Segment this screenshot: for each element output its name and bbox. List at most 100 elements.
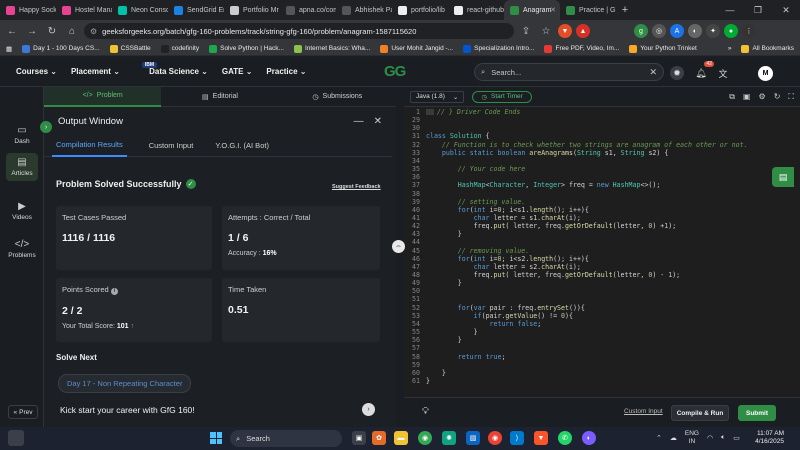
- tab-editorial[interactable]: ▤ Editorial: [161, 87, 278, 107]
- chevron-up-icon[interactable]: ⌃: [656, 434, 662, 442]
- close-tab-icon[interactable]: ✕: [550, 6, 556, 14]
- close-panel-icon[interactable]: ✕: [374, 116, 382, 127]
- code-line[interactable]: 40 for(int i=0; i<s1.length(); i++){: [404, 206, 784, 214]
- app-icon[interactable]: ◐: [582, 431, 596, 445]
- start-timer-button[interactable]: ◷ Start Timer: [472, 90, 532, 103]
- info-icon[interactable]: i: [110, 287, 118, 295]
- extension-icon-2[interactable]: ◐: [688, 24, 702, 38]
- custom-input-link[interactable]: Custom Input: [624, 408, 663, 415]
- gfg-logo[interactable]: GG: [384, 63, 406, 80]
- bookmark-item[interactable]: Day 1 - 100 Days CS...: [22, 44, 100, 53]
- code-line[interactable]: 48 freq.put( letter, freq.getOrDefault(l…: [404, 271, 784, 279]
- puzzle-icon[interactable]: ✦: [706, 24, 720, 38]
- brave-icon[interactable]: ▼: [534, 431, 548, 445]
- code-line[interactable]: 29: [404, 116, 784, 124]
- browser-tab[interactable]: Hostel Mana: [56, 0, 112, 20]
- code-line[interactable]: 53 if(pair.getValue() != 0){: [404, 312, 784, 320]
- menu-gate[interactable]: GATE ⌄: [222, 67, 253, 76]
- compile-run-button[interactable]: Compile & Run: [671, 405, 729, 421]
- chatgpt-icon[interactable]: ✺: [442, 431, 456, 445]
- code-line[interactable]: 51: [404, 295, 784, 303]
- browser-tab[interactable]: Happy Socks: [0, 0, 56, 20]
- notification-bell-icon[interactable]: 🔔︎ 42: [694, 61, 714, 80]
- forward-icon[interactable]: →: [24, 26, 40, 37]
- back-icon[interactable]: ←: [4, 26, 20, 37]
- code-line[interactable]: 57: [404, 344, 784, 352]
- resize-handle-icon[interactable]: ⇔: [392, 240, 405, 253]
- tab-compilation-results[interactable]: Compilation Results: [52, 134, 127, 157]
- tab-custom-input[interactable]: Custom Input: [149, 141, 194, 150]
- more-bookmarks-icon[interactable]: »: [728, 45, 732, 52]
- wifi-icon[interactable]: ◠: [707, 434, 713, 442]
- bookmark-item[interactable]: Specialization Intro...: [463, 44, 534, 53]
- input-language[interactable]: ENG IN: [685, 430, 699, 446]
- browser-tab[interactable]: SendGrid En: [168, 0, 224, 20]
- maximize-icon[interactable]: ❐: [744, 5, 772, 16]
- lightbulb-icon[interactable]: 💡︎: [422, 406, 436, 420]
- extension-icon[interactable]: ◎: [652, 24, 666, 38]
- code-editor[interactable]: 1 // } Driver Code Ends 29 30 31 class Soluti…: [404, 107, 800, 397]
- code-line[interactable]: 41 char letter = s1.charAt(i);: [404, 214, 784, 222]
- file-explorer-icon[interactable]: ▬: [394, 431, 408, 445]
- menu-courses[interactable]: Courses ⌄: [16, 67, 57, 76]
- widgets-icon[interactable]: [8, 430, 24, 446]
- browser-tab[interactable]: Abhishek Pa: [336, 0, 392, 20]
- code-line[interactable]: 35 // Your code here: [404, 165, 784, 173]
- chat-icon[interactable]: ▤: [772, 167, 794, 187]
- home-icon[interactable]: ⌂: [64, 26, 80, 37]
- tab-yogi-ai-bot[interactable]: Y.O.G.I. (AI Bot): [215, 141, 269, 150]
- code-line[interactable]: 39 // setting value.: [404, 198, 784, 206]
- browser-tab[interactable]: portfolio/lib: [392, 0, 448, 20]
- browser-tab[interactable]: Anagram ✕: [504, 0, 560, 20]
- start-button[interactable]: [210, 432, 222, 444]
- code-line[interactable]: 50: [404, 287, 784, 295]
- extension-green-icon[interactable]: g: [634, 24, 648, 38]
- minimize-panel-icon[interactable]: —: [354, 116, 364, 127]
- profile-extension-icon[interactable]: ●: [724, 24, 738, 38]
- menu-practice[interactable]: Practice ⌄: [266, 67, 306, 76]
- menu-placement[interactable]: Placement ⌄: [71, 67, 120, 76]
- chevron-right-icon[interactable]: ›: [362, 403, 375, 416]
- browser-tab[interactable]: Neon Conso: [112, 0, 168, 20]
- language-select[interactable]: Java (1.8) ⌄: [410, 90, 465, 103]
- url-field[interactable]: ⚙ geeksforgeeks.org/batch/gfg-160-proble…: [84, 23, 514, 39]
- code-line[interactable]: 37 HashMap<Character, Integer> freq = ne…: [404, 181, 784, 189]
- rail-item-dash[interactable]: ▭ Dash: [6, 125, 38, 145]
- close-window-icon[interactable]: ✕: [772, 5, 800, 16]
- pane-splitter[interactable]: [396, 87, 404, 427]
- code-line[interactable]: 61}: [404, 377, 784, 385]
- fullscreen-icon[interactable]: ⛶: [788, 92, 794, 102]
- clock[interactable]: 11:07 AM 4/16/2025: [744, 430, 784, 446]
- code-line[interactable]: 45 // removing value.: [404, 247, 784, 255]
- menu-dots-icon[interactable]: ⋮: [742, 24, 756, 38]
- bookmark-item[interactable]: codefinity: [160, 44, 199, 53]
- whatsapp-icon[interactable]: ✆: [558, 431, 572, 445]
- all-bookmarks-folder[interactable]: All Bookmarks: [741, 44, 794, 53]
- share-icon[interactable]: ⇪: [518, 26, 534, 37]
- battery-icon[interactable]: ▭: [733, 434, 740, 442]
- code-line[interactable]: 36: [404, 173, 784, 181]
- bookmark-item[interactable]: Your Python Trinket: [629, 44, 697, 53]
- code-line[interactable]: 33 public static boolean areAnagrams(Str…: [404, 149, 784, 157]
- code-line[interactable]: 31 class Solution {: [404, 132, 784, 140]
- code-line[interactable]: 56 }: [404, 336, 784, 344]
- rail-toggle-icon[interactable]: ›: [40, 121, 52, 133]
- avatar[interactable]: M: [758, 66, 773, 81]
- code-line[interactable]: 55 }: [404, 328, 784, 336]
- chrome-profile-icon[interactable]: ◉: [488, 431, 502, 445]
- new-tab-button[interactable]: +: [616, 4, 634, 16]
- brave-shield-icon[interactable]: ▼: [558, 24, 572, 38]
- code-line[interactable]: 58 return true;: [404, 353, 784, 361]
- code-line[interactable]: 43 }: [404, 230, 784, 238]
- code-line[interactable]: 60 }: [404, 369, 784, 377]
- extension-red-icon[interactable]: ▲: [576, 24, 590, 38]
- photos-icon[interactable]: ▧: [466, 431, 480, 445]
- copilot-icon[interactable]: ✿: [372, 431, 386, 445]
- settings-icon[interactable]: ⚙: [759, 92, 766, 102]
- browser-tab[interactable]: Portfolio Mr: [224, 0, 280, 20]
- split-view-icon[interactable]: ▣: [743, 92, 751, 102]
- volume-icon[interactable]: 🔈︎: [721, 434, 725, 442]
- reload-icon[interactable]: ↻: [44, 26, 60, 37]
- code-line[interactable]: 30: [404, 124, 784, 132]
- code-line[interactable]: 32 // Function is to check whether two s…: [404, 141, 784, 149]
